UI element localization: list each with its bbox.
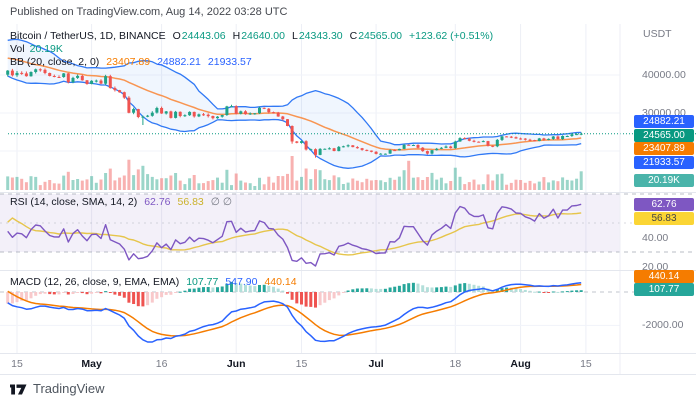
ohlc-values: O24443.06 H24640.00 L24343.30 C24565.00 xyxy=(166,30,402,42)
time-axis-label: Jun xyxy=(226,358,246,370)
time-axis-label: Aug xyxy=(510,358,531,370)
symbol-legend: Bitcoin / TetherUS, 1D, BINANCE O24443.06… xyxy=(10,30,493,42)
price-axis-label: 40000.00 xyxy=(642,69,686,81)
pane-separator xyxy=(0,270,696,271)
bb-title: BB (20, close, 2, 0) xyxy=(10,56,100,68)
published-header: Published on TradingView.com, Aug 14, 20… xyxy=(10,6,288,18)
ohlc-key: C xyxy=(349,30,358,42)
rsi-value: 62.76 xyxy=(144,196,171,208)
time-axis-label: May xyxy=(81,358,102,370)
ohlc-value: 24443.06 xyxy=(181,30,226,42)
price-axis-badge: 24565.00 xyxy=(634,129,694,142)
time-axis-label: 18 xyxy=(449,358,462,370)
time-axis-label: 15 xyxy=(11,358,23,370)
bb-upper-value: 24882.21 xyxy=(157,56,201,68)
ohlc-value: 24565.00 xyxy=(358,30,403,42)
rsi-axis-label: 40.00 xyxy=(642,231,669,244)
macd-title: MACD (12, 26, close, 9, EMA, EMA) xyxy=(10,276,180,288)
macd-signal-value: 440.14 xyxy=(264,276,297,288)
ohlc-value: 24343.30 xyxy=(298,30,343,42)
rsi-axis-badge: 62.76 xyxy=(634,198,694,211)
time-axis-label: Jul xyxy=(368,358,384,370)
quote-currency-label: USDT xyxy=(643,28,672,40)
volume-legend: Vol 20.19K xyxy=(10,43,63,55)
macd-axis-label: -2000.00 xyxy=(642,319,684,332)
rsi-axis-badge: 56.83 xyxy=(634,212,694,225)
rsi-title: RSI (14, close, SMA, 14, 2) xyxy=(10,196,138,208)
volume-pane xyxy=(6,156,583,190)
symbol-title: Bitcoin / TetherUS, 1D, BINANCE xyxy=(10,30,166,42)
macd-hist-value: 107.77 xyxy=(186,276,219,288)
bb-lower-value: 21933.57 xyxy=(207,56,252,68)
time-axis-label: 16 xyxy=(155,358,168,370)
volume-title: Vol xyxy=(10,43,25,55)
bb-basis-value: 23407.89 xyxy=(106,56,151,68)
chart-bottom-border xyxy=(0,374,696,375)
change-value: +123.62 (+0.51%) xyxy=(409,30,494,42)
tradingview-footer[interactable]: TradingView xyxy=(10,380,105,396)
volume-value: 20.19K xyxy=(29,43,63,55)
rsi-empty-values: ∅ ∅ xyxy=(210,196,232,208)
pane-separator xyxy=(0,353,696,354)
ohlc-key: H xyxy=(232,30,241,42)
macd-axis-badge: 440.14 xyxy=(634,270,694,283)
published-chart: Published on TradingView.com, Aug 14, 20… xyxy=(0,0,696,404)
macd-line-value: 547.90 xyxy=(225,276,258,288)
ohlc-key: L xyxy=(291,30,298,42)
rsi-sma-value: 56.83 xyxy=(177,196,204,208)
ohlc-value: 24640.00 xyxy=(241,30,285,42)
time-axis-label: 15 xyxy=(295,358,308,370)
price-axis-badge: 20.19K xyxy=(634,174,694,187)
price-axis-badge: 21933.57 xyxy=(634,156,694,169)
tradingview-wordmark: TradingView xyxy=(33,380,105,396)
macd-axis-badge: 107.77 xyxy=(634,283,694,296)
macd-legend: MACD (12, 26, close, 9, EMA, EMA) 107.77 5… xyxy=(10,276,297,288)
pane-separator xyxy=(0,192,696,193)
tradingview-logo-icon xyxy=(10,384,27,395)
price-axis-badge: 24882.21 xyxy=(634,115,694,128)
time-axis-label: 15 xyxy=(580,358,592,370)
rsi-legend: RSI (14, close, SMA, 14, 2) 62.76 56.83 ∅ ∅ xyxy=(10,196,232,208)
price-axis-badge: 23407.89 xyxy=(634,142,694,155)
ohlc-key: O xyxy=(172,30,181,42)
bb-legend: BB (20, close, 2, 0) 23407.89 24882.21 2193… xyxy=(10,56,252,68)
